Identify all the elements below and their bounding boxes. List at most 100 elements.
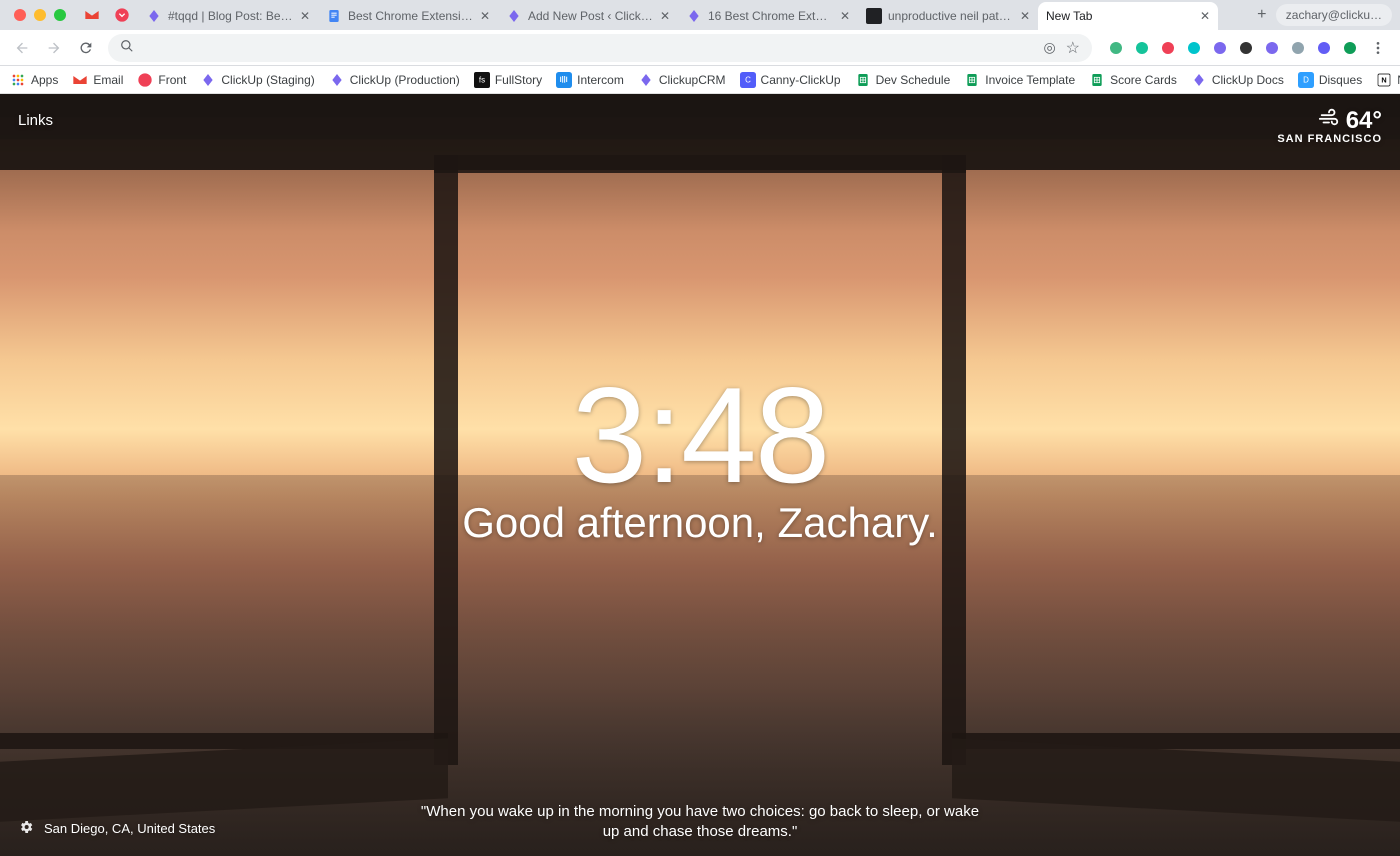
bookmark-label: ClickUp (Production): [350, 73, 460, 87]
browser-chrome: #tqqd | Blog Post: Best Chrom…✕Best Chro…: [0, 0, 1400, 94]
tab-favicon: [866, 8, 882, 24]
extension-ext-green[interactable]: [1340, 38, 1360, 58]
extension-loom[interactable]: [1314, 38, 1334, 58]
window-controls: [8, 9, 74, 21]
pinned-tab-gmail[interactable]: [78, 2, 106, 28]
reload-button[interactable]: [72, 34, 100, 62]
bookmark-icon: [855, 72, 871, 88]
tab-title: Add New Post ‹ Clickup Blog – …: [528, 9, 654, 23]
bookmark-label: ClickUp Docs: [1212, 73, 1284, 87]
tab-favicon: [326, 8, 342, 24]
bookmark-label: Invoice Template: [985, 73, 1075, 87]
bookmark-label: ClickupCRM: [659, 73, 726, 87]
bookmark-icon: fs: [474, 72, 490, 88]
pocket-icon: [114, 7, 130, 23]
gmail-icon: [84, 7, 100, 23]
forward-button[interactable]: [40, 34, 68, 62]
bookmark-item[interactable]: Front: [137, 72, 186, 88]
bookmark-icon: [200, 72, 216, 88]
extension-icons: [1106, 38, 1360, 58]
extension-ext-teal[interactable]: [1184, 38, 1204, 58]
bookmark-item[interactable]: fsFullStory: [474, 72, 542, 88]
links-button[interactable]: Links: [18, 112, 53, 129]
address-input[interactable]: [142, 40, 1035, 55]
tab-favicon: [146, 8, 162, 24]
window-minimize-button[interactable]: [34, 9, 46, 21]
bookmark-label: Front: [158, 73, 186, 87]
tab[interactable]: 16 Best Chrome Extensions fo… ✕: [678, 2, 858, 30]
new-tab-page: Links 64° SAN FRANCISCO 3:48 Good aftern…: [0, 94, 1400, 856]
greeting: Good afternoon, Zachary.: [462, 499, 938, 547]
bookmarks-bar: Apps Email Front ClickUp (Staging) ClickUp (…: [0, 66, 1400, 94]
omnibox[interactable]: ◎ ☆: [108, 34, 1092, 62]
extension-grammarly[interactable]: [1132, 38, 1152, 58]
bookmark-icon: [964, 72, 980, 88]
svg-text:fs: fs: [479, 75, 485, 84]
site-settings-icon[interactable]: ◎: [1043, 39, 1055, 56]
tab-close-icon[interactable]: ✕: [660, 10, 670, 22]
bookmark-label: Disques: [1319, 73, 1362, 87]
bookmark-label: Score Cards: [1110, 73, 1177, 87]
bookmark-item[interactable]: D Disques: [1298, 72, 1362, 88]
bookmark-item[interactable]: NNotion: [1376, 72, 1400, 88]
window-close-button[interactable]: [14, 9, 26, 21]
bookmark-icon: [10, 72, 26, 88]
back-button[interactable]: [8, 34, 36, 62]
tab[interactable]: New Tab✕: [1038, 2, 1218, 30]
tab[interactable]: unproductive neil patrick harri…✕: [858, 2, 1038, 30]
photo-location[interactable]: San Diego, CA, United States: [44, 821, 215, 836]
profile-chip[interactable]: zachary@clicku…: [1276, 4, 1392, 26]
extension-ext-purple-2[interactable]: [1262, 38, 1282, 58]
tab-favicon: [506, 8, 522, 24]
bookmark-item[interactable]: ClickupCRM: [638, 72, 726, 88]
bookmark-icon: [556, 72, 572, 88]
weather-icon: [1318, 106, 1340, 135]
settings-icon[interactable]: [18, 819, 34, 838]
extension-pocket[interactable]: [1158, 38, 1178, 58]
window-maximize-button[interactable]: [54, 9, 66, 21]
bookmark-item[interactable]: ClickUp (Staging): [200, 72, 314, 88]
center-widget: 3:48 Good afternoon, Zachary.: [462, 367, 938, 547]
quote[interactable]: "When you wake up in the morning you hav…: [420, 802, 980, 843]
bottom-left-controls: San Diego, CA, United States: [18, 819, 215, 838]
bookmark-item[interactable]: Email: [72, 72, 123, 88]
bookmark-item[interactable]: Invoice Template: [964, 72, 1075, 88]
bookmark-icon: [137, 72, 153, 88]
extension-buffer[interactable]: [1236, 38, 1256, 58]
bookmark-label: ClickUp (Staging): [221, 73, 314, 87]
pinned-tab-pocket[interactable]: [108, 2, 136, 28]
tab-close-icon[interactable]: ✕: [1200, 10, 1210, 22]
extension-ext-blue[interactable]: [1288, 38, 1308, 58]
bookmark-label: Email: [93, 73, 123, 87]
tab-close-icon[interactable]: ✕: [300, 10, 310, 22]
weather-city: SAN FRANCISCO: [1277, 133, 1382, 145]
tab-close-icon[interactable]: ✕: [840, 10, 850, 22]
bookmark-label: Apps: [31, 73, 58, 87]
tab-title: #tqqd | Blog Post: Best Chrom…: [168, 9, 294, 23]
bookmark-item[interactable]: Intercom: [556, 72, 624, 88]
weather-widget[interactable]: 64° SAN FRANCISCO: [1277, 106, 1382, 145]
bookmark-icon: N: [1376, 72, 1392, 88]
tab[interactable]: #tqqd | Blog Post: Best Chrom… ✕: [138, 2, 318, 30]
search-icon: [120, 39, 134, 56]
chrome-menu-button[interactable]: [1364, 34, 1392, 62]
bookmark-item[interactable]: CCanny-ClickUp: [740, 72, 841, 88]
tab-close-icon[interactable]: ✕: [1020, 10, 1030, 22]
extension-ext-purple-1[interactable]: [1210, 38, 1230, 58]
extension-ext-1[interactable]: [1106, 38, 1126, 58]
tab-title: 16 Best Chrome Extensions fo…: [708, 9, 834, 23]
bookmark-icon: D: [1298, 72, 1314, 88]
bookmark-star-icon[interactable]: ☆: [1066, 38, 1080, 58]
tab[interactable]: Best Chrome Extensions for P…✕: [318, 2, 498, 30]
bookmark-item[interactable]: Score Cards: [1089, 72, 1177, 88]
new-tab-button[interactable]: +: [1248, 6, 1276, 24]
tab[interactable]: Add New Post ‹ Clickup Blog – … ✕: [498, 2, 678, 30]
bookmark-item[interactable]: Dev Schedule: [855, 72, 951, 88]
tab-close-icon[interactable]: ✕: [480, 10, 490, 22]
bookmark-item[interactable]: ClickUp Docs: [1191, 72, 1284, 88]
bookmark-item[interactable]: ClickUp (Production): [329, 72, 460, 88]
tabs: #tqqd | Blog Post: Best Chrom…✕Best Chro…: [138, 0, 1248, 30]
tab-strip: #tqqd | Blog Post: Best Chrom…✕Best Chro…: [0, 0, 1400, 30]
bookmark-item[interactable]: Apps: [10, 72, 58, 88]
bookmark-label: Intercom: [577, 73, 624, 87]
